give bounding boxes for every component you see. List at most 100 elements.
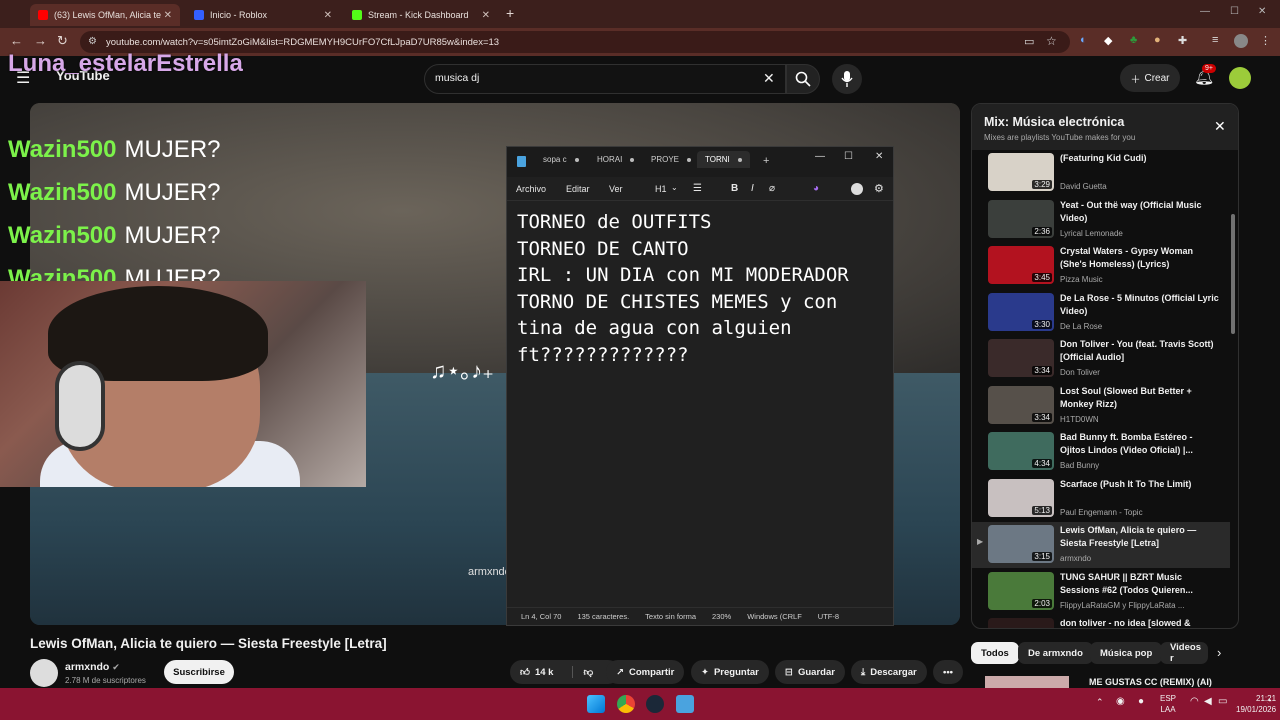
system-clock[interactable]: 21:21 19/01/2026 — [1236, 693, 1276, 715]
playlist-item[interactable]: 3:45 Crystal Waters - Gypsy Woman (She's … — [972, 243, 1230, 289]
playlist-thumbnail[interactable]: 3:34 — [988, 339, 1054, 377]
create-button[interactable]: ＋ Crear — [1120, 64, 1180, 92]
search-button[interactable] — [786, 64, 820, 94]
menu-dots-icon[interactable]: ⋮ — [1260, 34, 1271, 47]
volume-icon[interactable]: ◀ — [1204, 696, 1212, 707]
menu-edit[interactable]: Editar — [566, 184, 590, 194]
more-actions-button[interactable]: ••• — [933, 660, 963, 684]
notepad-text-area[interactable]: TORNEO de OUTFITS TORNEO DE CANTO IRL : … — [517, 209, 887, 368]
extension-icon[interactable]: ● — [1154, 34, 1161, 46]
playlist-item[interactable]: 2:03 TUNG SAHUR || BZRT Music Sessions #6… — [972, 569, 1230, 615]
playlist-scrollbar-thumb[interactable] — [1231, 214, 1235, 334]
new-tab-icon[interactable]: + — [506, 5, 514, 21]
search-input[interactable]: musica dj ✕ — [424, 64, 786, 94]
ask-button[interactable]: ✦ Preguntar — [691, 660, 769, 684]
network-icon[interactable]: ◉ — [1116, 696, 1125, 707]
playlist-item[interactable]: 3:34 Don Toliver - You (feat. Travis Scot… — [972, 336, 1230, 382]
playlist-thumbnail[interactable] — [988, 618, 1054, 628]
reload-icon[interactable]: ↻ — [57, 33, 68, 49]
close-window-icon[interactable]: ✕ — [875, 151, 883, 162]
chip-videos[interactable]: Videos r — [1160, 642, 1208, 664]
start-windows-icon[interactable] — [587, 695, 605, 713]
playlist-item[interactable]: 3:29 (Featuring Kid Cudi) David Guetta — [972, 150, 1230, 196]
playlist-item[interactable]: 4:34 Bad Bunny ft. Bomba Estéreo - Ojitos… — [972, 429, 1230, 475]
input-language[interactable]: ESP LAA — [1160, 693, 1176, 715]
notepad-taskbar-icon[interactable] — [676, 695, 694, 713]
playlist-item-current[interactable]: ▶ 3:15 Lewis OfMan, Alicia te quiero — Sie… — [972, 522, 1230, 568]
playlist-thumbnail[interactable]: 2:03 — [988, 571, 1054, 610]
italic-icon[interactable]: I — [751, 183, 754, 194]
extension-icon[interactable]: ◐ — [1080, 34, 1087, 46]
close-tab-icon[interactable]: ✕ — [324, 10, 332, 21]
profile-avatar[interactable] — [1234, 34, 1248, 48]
close-tab-icon[interactable]: ✕ — [482, 10, 490, 21]
playlist-item[interactable]: 5:13 Scarface (Push It To The Limit) Paul … — [972, 476, 1230, 522]
playlist-thumbnail[interactable]: 3:45 — [988, 246, 1054, 284]
wifi-icon[interactable]: ◠ — [1190, 696, 1199, 707]
copilot-icon[interactable]: ◕ — [813, 183, 819, 194]
minimize-icon[interactable]: — — [1200, 6, 1210, 17]
tab-roblox[interactable]: Inicio - Roblox ✕ — [186, 4, 340, 26]
notepad-tab-active[interactable]: TORNI — [697, 151, 750, 168]
playlist-thumbnail[interactable]: 3:34 — [988, 385, 1054, 424]
chrome-icon[interactable] — [617, 695, 635, 713]
extension-icon[interactable]: ♣ — [1130, 34, 1137, 46]
download-button[interactable]: ⤓ Descargar — [851, 660, 927, 684]
subscribe-button[interactable]: Suscribirse — [164, 660, 234, 684]
like-icon[interactable]: 👍︎ — [520, 666, 530, 678]
heading-dropdown[interactable]: H1 — [655, 184, 667, 194]
maximize-icon[interactable]: ☐ — [844, 151, 853, 162]
chevron-right-icon[interactable]: › — [1217, 645, 1221, 660]
cast-icon[interactable]: ▭ — [1024, 35, 1034, 48]
site-info-icon[interactable]: ⚙ — [88, 36, 97, 47]
playlist-item[interactable]: 2:36 Yeat - Out thë way (Official Music V… — [972, 197, 1230, 243]
back-icon[interactable]: ← — [10, 33, 23, 48]
maximize-icon[interactable]: ☐ — [1230, 6, 1239, 17]
tab-kick[interactable]: Stream - Kick Dashboard ✕ — [344, 4, 498, 26]
forward-icon[interactable]: → — [34, 33, 47, 48]
playlist-item[interactable]: 3:30 De La Rose - 5 Minutos (Official Lyr… — [972, 290, 1230, 336]
playlist-item[interactable]: don toliver - no idea [slowed & reverb] — [972, 615, 1230, 628]
chip-all[interactable]: Todos — [971, 642, 1019, 664]
clear-search-icon[interactable]: ✕ — [763, 70, 775, 87]
list-icon[interactable]: ☰ — [693, 183, 702, 194]
minimize-icon[interactable]: — — [815, 151, 825, 162]
battery-icon[interactable]: ▭ — [1218, 696, 1227, 707]
notepad-new-tab-icon[interactable]: + — [763, 155, 769, 167]
like-count[interactable]: 14 k — [535, 667, 554, 678]
notepad-tab[interactable]: PROYE — [651, 155, 692, 164]
menu-view[interactable]: Ver — [609, 184, 623, 194]
channel-avatar[interactable] — [30, 659, 58, 687]
close-playlist-icon[interactable]: ✕ — [1214, 118, 1226, 135]
bookmark-star-icon[interactable]: ☆ — [1046, 34, 1057, 48]
chip-from-channel[interactable]: De armxndo — [1018, 642, 1093, 664]
channel-name[interactable]: armxndo ✔ — [65, 661, 120, 673]
reading-list-icon[interactable]: ≡ — [1212, 34, 1218, 46]
notepad-window[interactable]: sopa c HORAI PROYE TORNI + — ☐ ✕ Archivo… — [506, 146, 894, 626]
next-video-title[interactable]: ME GUSTAS CC (REMIX) (AI) — [1089, 677, 1212, 687]
chip-pop-music[interactable]: Música pop — [1090, 642, 1163, 664]
playlist-thumbnail[interactable]: 3:30 — [988, 292, 1054, 331]
close-window-icon[interactable]: ✕ — [1258, 6, 1266, 17]
hidden-icons-chevron-icon[interactable]: ⌃ — [1096, 697, 1104, 708]
playlist-thumbnail[interactable]: 5:13 — [988, 478, 1054, 517]
clear-format-icon[interactable]: ⌀ — [769, 183, 775, 194]
extension-icon[interactable]: ◆ — [1104, 34, 1112, 47]
notepad-tab[interactable]: HORAI — [597, 155, 635, 164]
extensions-puzzle-icon[interactable]: ✚ — [1178, 34, 1187, 47]
account-icon[interactable] — [851, 183, 863, 195]
menu-file[interactable]: Archivo — [516, 184, 546, 194]
voice-search-button[interactable] — [832, 64, 862, 94]
playlist-item[interactable]: 3:34 Lost Soul (Slowed But Better + Monke… — [972, 383, 1230, 429]
share-button[interactable]: ↗ Compartir — [606, 660, 685, 684]
save-button[interactable]: ⊟ Guardar — [775, 660, 845, 684]
dislike-icon[interactable]: 👎︎ — [572, 666, 593, 678]
steam-icon[interactable] — [646, 695, 664, 713]
account-avatar[interactable] — [1229, 67, 1251, 89]
playlist-thumbnail[interactable]: 3:15 — [988, 525, 1054, 563]
tab-youtube[interactable]: (63) Lewis OfMan, Alicia te ✕ — [30, 4, 180, 26]
close-tab-icon[interactable]: ✕ — [164, 10, 172, 21]
bold-icon[interactable]: B — [731, 183, 738, 194]
playlist-thumbnail[interactable]: 2:36 — [988, 199, 1054, 238]
next-video-thumbnail[interactable] — [985, 676, 1069, 688]
